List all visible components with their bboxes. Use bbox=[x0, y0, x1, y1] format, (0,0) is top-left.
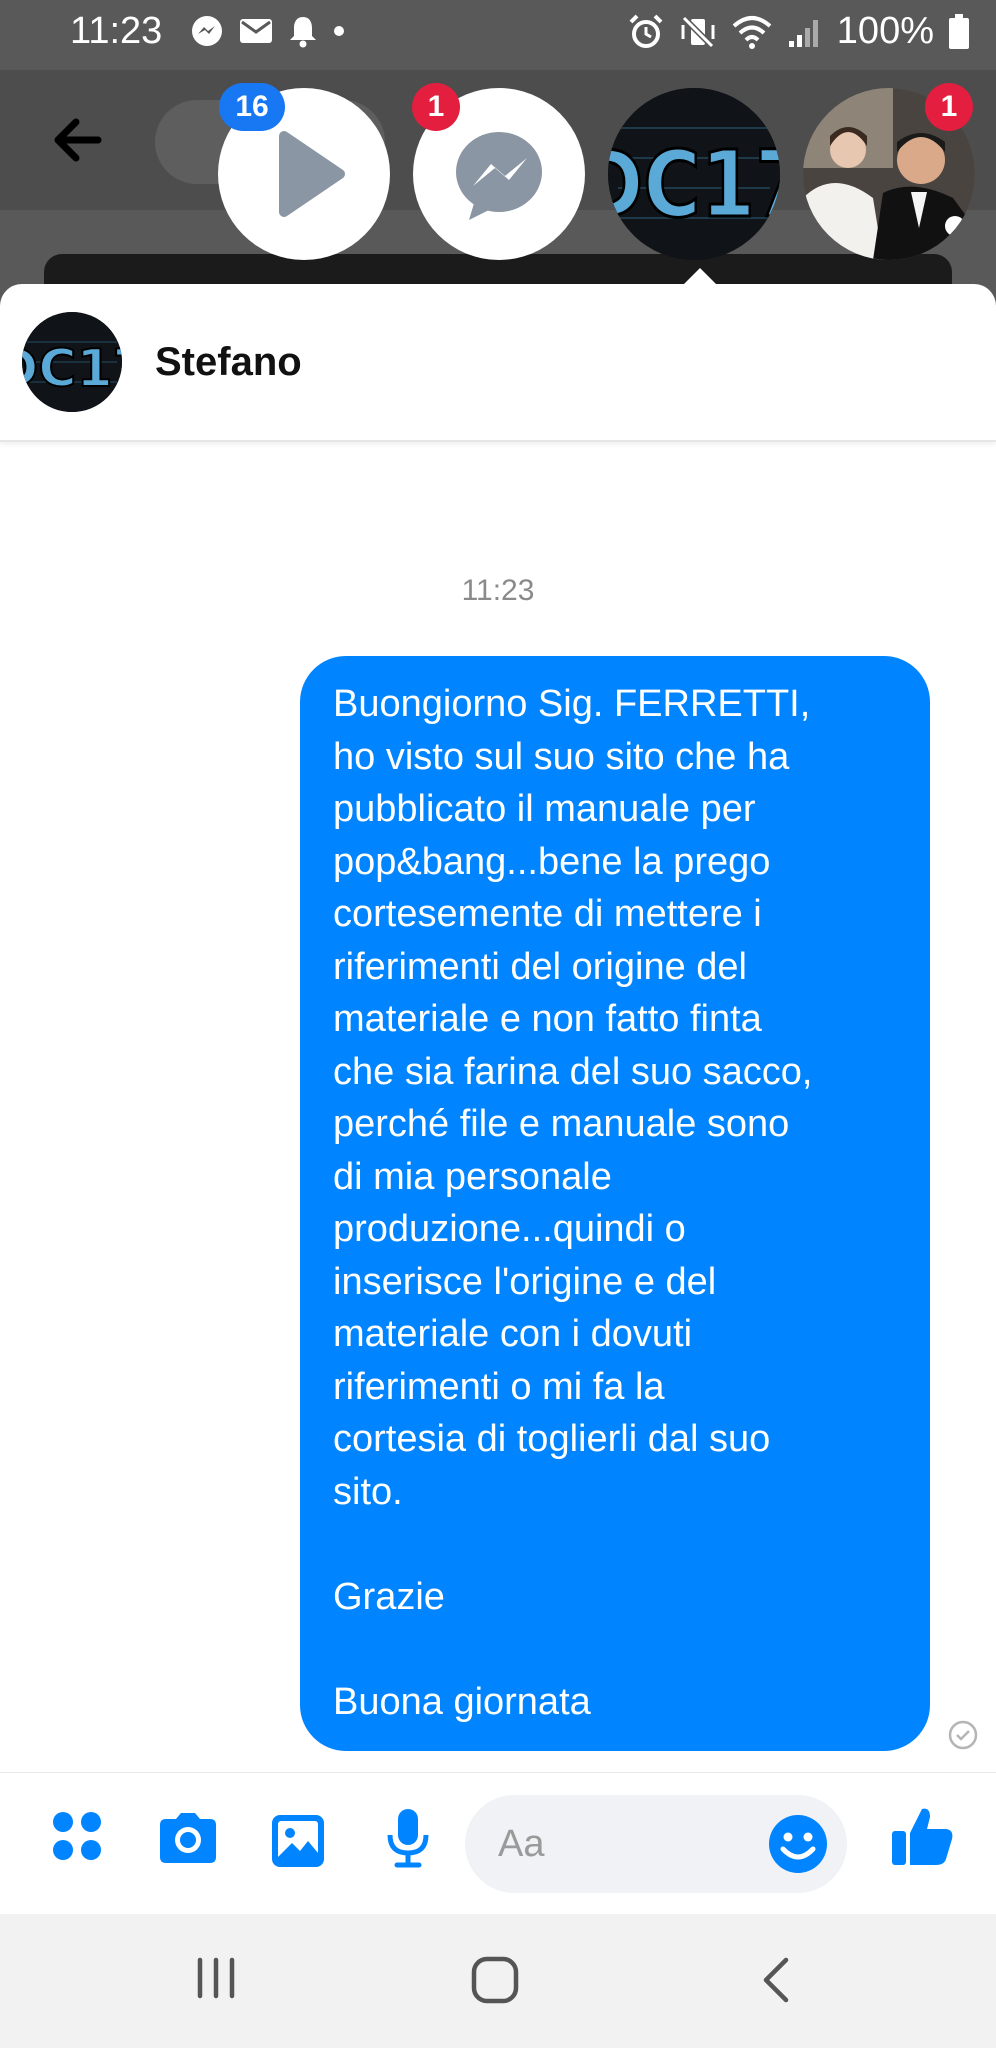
notification-icons bbox=[190, 14, 346, 48]
back-arrow-icon[interactable] bbox=[52, 118, 102, 162]
bell-icon bbox=[290, 17, 316, 48]
conversation-header[interactable]: DC17 Stefano bbox=[0, 284, 996, 442]
battery-percent: 100% bbox=[836, 10, 934, 52]
message-input-placeholder: Aa bbox=[498, 1823, 545, 1865]
message-bubble[interactable]: Buongiorno Sig. FERRETTI, ho visto sul s… bbox=[300, 656, 930, 1751]
camera-icon[interactable] bbox=[156, 1811, 220, 1865]
microphone-icon[interactable] bbox=[385, 1807, 431, 1869]
email-notif-icon bbox=[240, 19, 272, 43]
chat-head-badge-count: 1 bbox=[925, 83, 973, 131]
sent-check-icon bbox=[948, 1720, 978, 1750]
message-timestamp: 11:23 bbox=[461, 574, 535, 607]
system-nav-bar bbox=[0, 1914, 996, 2048]
recent-apps-icon[interactable] bbox=[192, 1956, 240, 2000]
dc17-avatar-icon: DC17 bbox=[22, 312, 122, 412]
wifi-icon bbox=[732, 15, 772, 49]
svg-text:DC17: DC17 bbox=[22, 339, 122, 399]
conversation-panel: DC17 Stefano 11:23 Buongiorno Sig. FERRE… bbox=[0, 284, 996, 1914]
message-input[interactable]: Aa bbox=[465, 1795, 847, 1893]
status-bar: 11:23 100% bbox=[0, 0, 996, 70]
status-time: 11:23 bbox=[70, 10, 163, 52]
chat-head-dc17[interactable]: DC17 bbox=[608, 88, 780, 260]
dot-icon bbox=[334, 26, 344, 36]
chat-head-badge-count: 16 bbox=[219, 83, 285, 131]
battery-icon bbox=[949, 13, 969, 49]
svg-text:DC17: DC17 bbox=[608, 132, 780, 239]
emoji-icon[interactable] bbox=[767, 1813, 829, 1875]
more-apps-icon[interactable] bbox=[50, 1809, 104, 1863]
system-icons: 100% bbox=[627, 10, 970, 53]
composer-bar: Aa bbox=[0, 1772, 996, 1915]
home-icon[interactable] bbox=[470, 1956, 520, 2004]
avatar[interactable]: DC17 bbox=[22, 312, 122, 412]
dc17-logo-icon: DC17 bbox=[608, 88, 780, 260]
back-nav-icon[interactable] bbox=[756, 1956, 796, 2004]
alarm-icon bbox=[629, 14, 663, 48]
contact-name[interactable]: Stefano bbox=[155, 340, 302, 385]
signal-icon bbox=[788, 19, 818, 47]
messenger-notif-icon bbox=[192, 16, 222, 46]
gallery-icon[interactable] bbox=[270, 1813, 326, 1869]
chat-head-badge-count: 1 bbox=[412, 83, 460, 131]
thumbs-up-icon[interactable] bbox=[890, 1803, 956, 1869]
vibrate-mute-icon bbox=[681, 15, 715, 48]
